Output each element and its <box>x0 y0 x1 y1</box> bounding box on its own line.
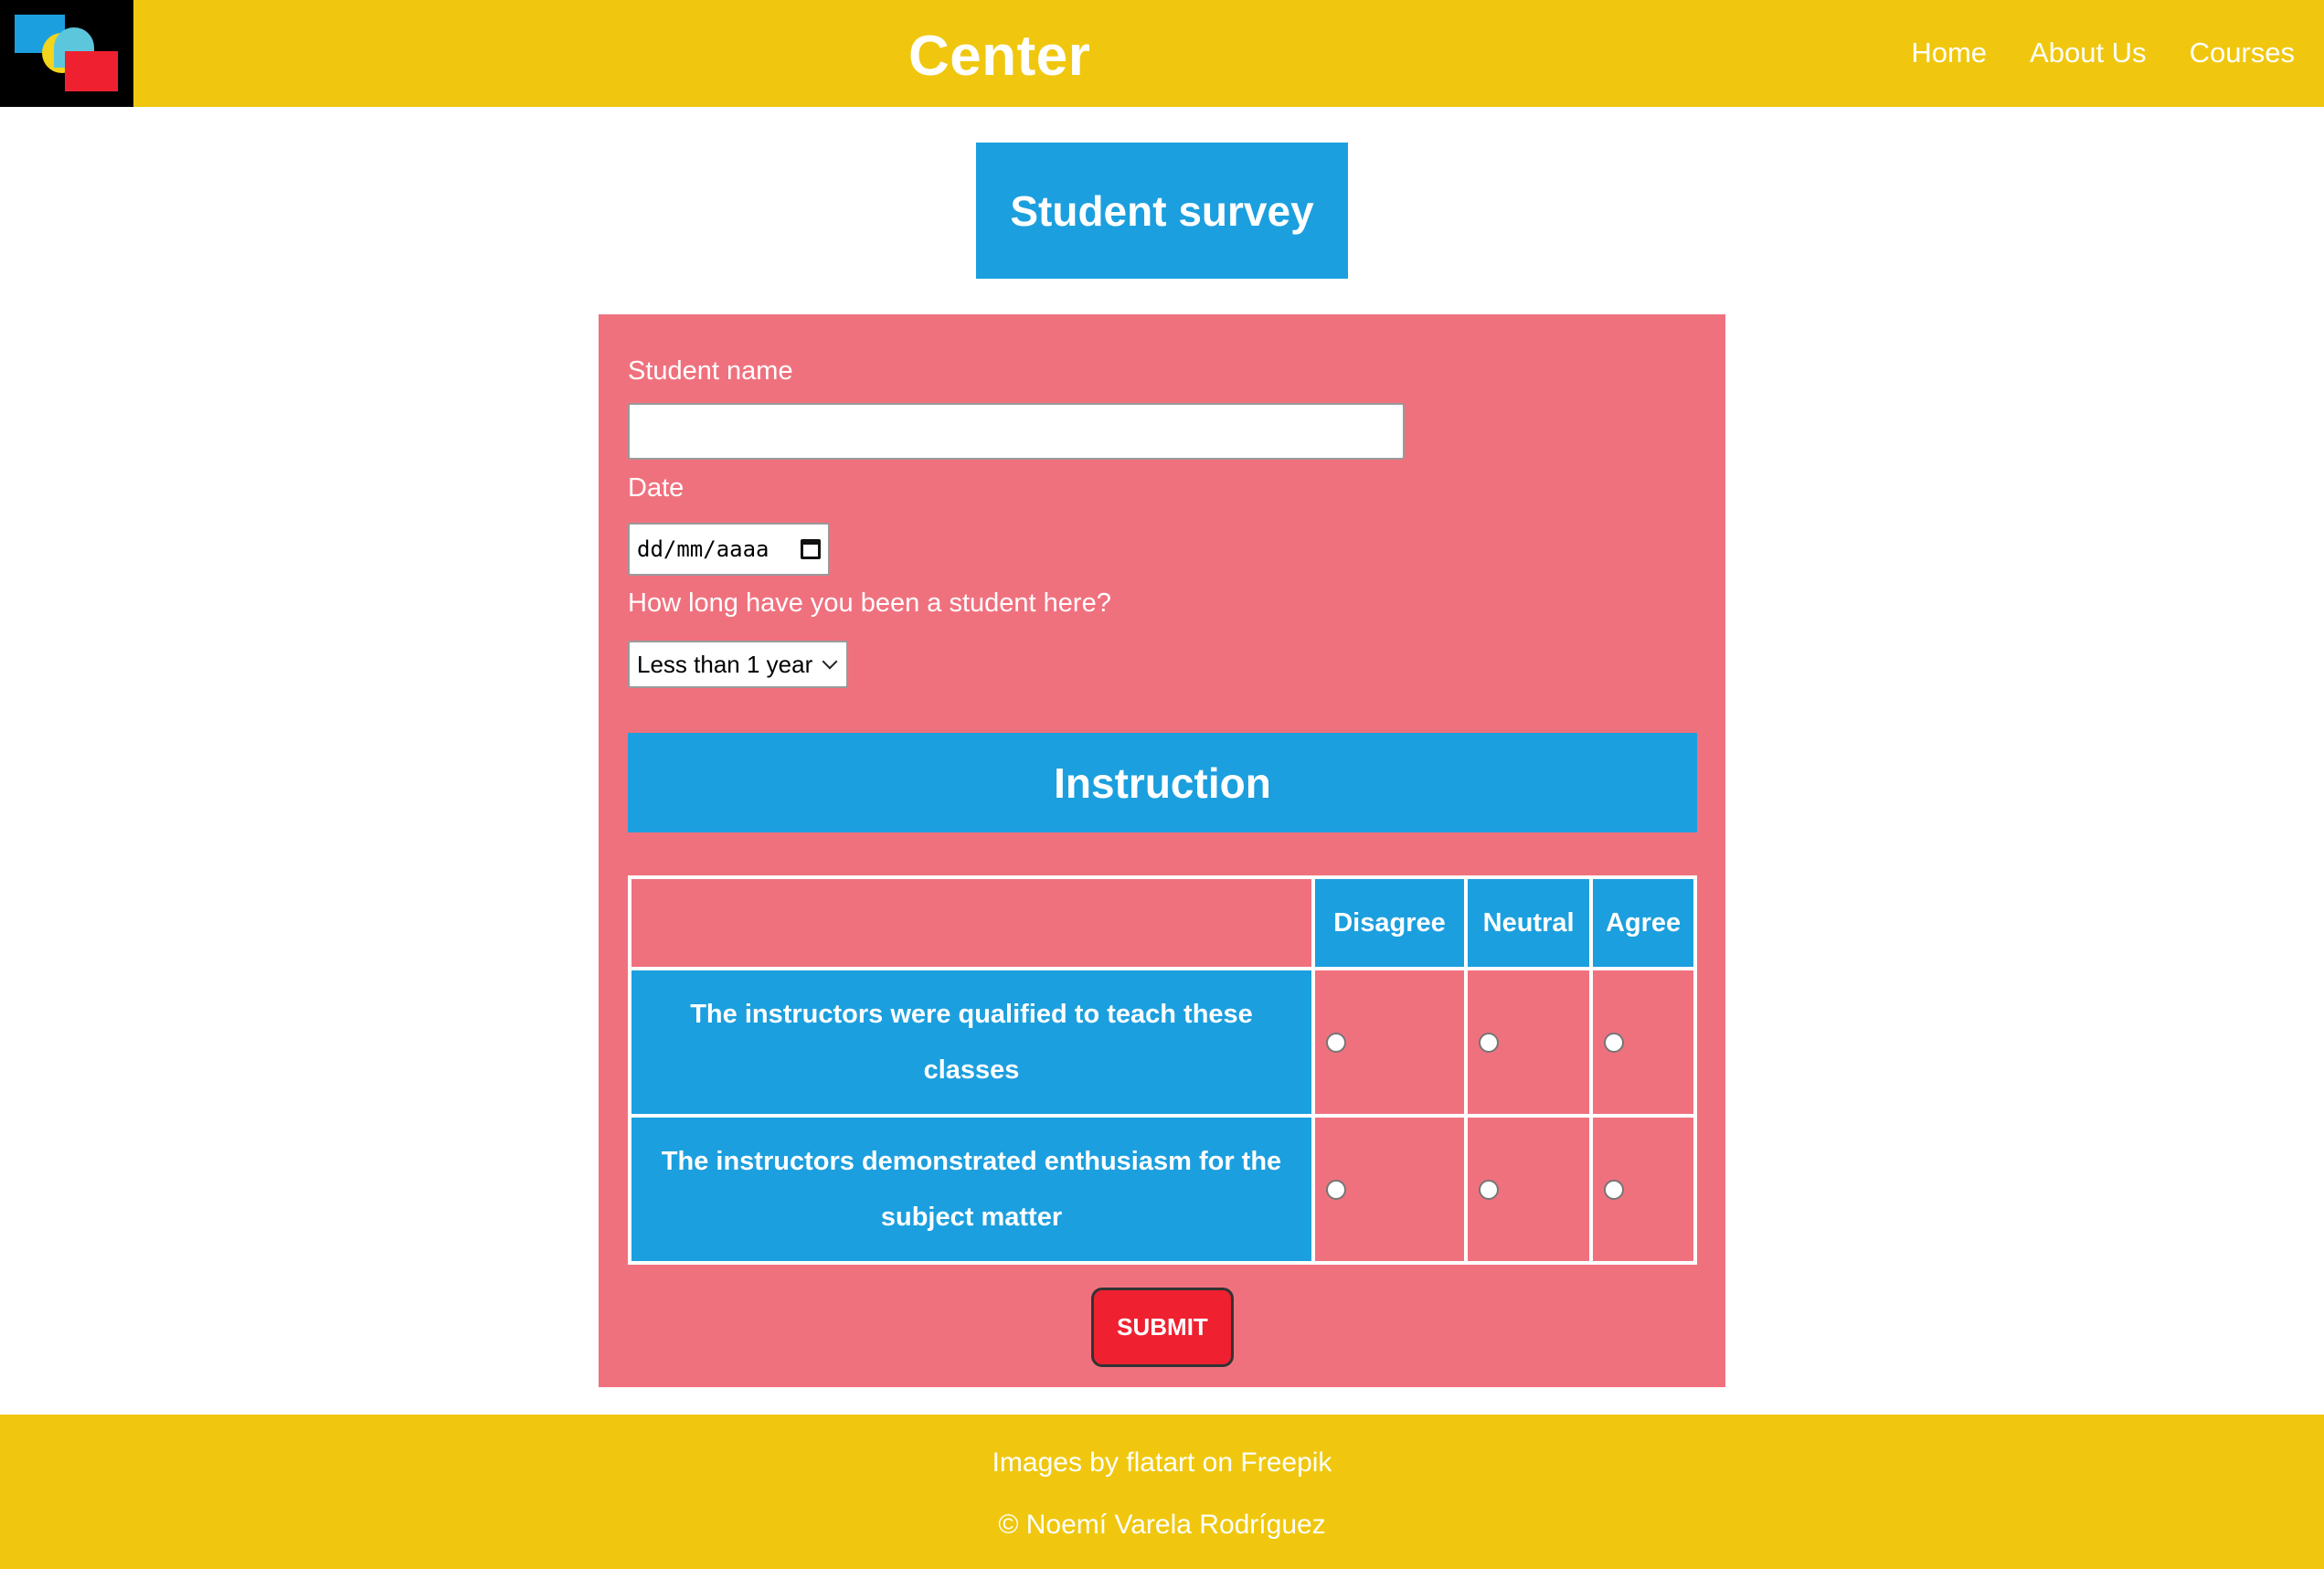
image-credit: Images by flatart on Freepik <box>992 1447 1332 1478</box>
radio-cell <box>1589 1114 1697 1265</box>
student-name-label: Student name <box>628 356 793 386</box>
radio-q1-disagree[interactable] <box>1326 1032 1346 1053</box>
survey-title: Student survey <box>976 143 1348 279</box>
column-header-neutral: Neutral <box>1463 875 1594 970</box>
table-header-row: Disagree Neutral Agree <box>628 875 1697 970</box>
copyright-text: © Noemí Varela Rodríguez <box>998 1510 1326 1540</box>
nav-about-us-link[interactable]: About Us <box>2030 37 2147 69</box>
question-cell: The instructors were qualified to teach … <box>628 967 1315 1118</box>
column-header-disagree: Disagree <box>1311 875 1468 970</box>
survey-form: Student name Date dd/mm/aaaa How long ha… <box>599 314 1725 1387</box>
date-placeholder: dd/mm/aaaa <box>637 536 769 562</box>
duration-label: How long have you been a student here? <box>628 588 1111 618</box>
date-input[interactable]: dd/mm/aaaa <box>628 523 830 576</box>
main-nav: Home About Us Courses <box>1911 37 2295 69</box>
radio-cell <box>1311 1114 1468 1265</box>
radio-cell <box>1463 967 1594 1118</box>
logo[interactable] <box>0 0 133 107</box>
duration-select[interactable]: Less than 1 year <box>628 641 848 688</box>
radio-q2-disagree[interactable] <box>1326 1179 1346 1200</box>
nav-courses-link[interactable]: Courses <box>2190 37 2295 69</box>
radio-q2-neutral[interactable] <box>1479 1179 1499 1200</box>
rating-table: Disagree Neutral Agree The instructors w… <box>628 875 1697 1265</box>
chevron-down-icon <box>822 653 838 670</box>
nav-home-link[interactable]: Home <box>1911 37 1987 69</box>
section-title-instruction: Instruction <box>628 733 1697 832</box>
radio-cell <box>1311 967 1468 1118</box>
table-header-empty <box>628 875 1315 970</box>
table-row: The instructors were qualified to teach … <box>628 967 1697 1118</box>
question-cell: The instructors demonstrated enthusiasm … <box>628 1114 1315 1265</box>
radio-q2-agree[interactable] <box>1604 1179 1625 1200</box>
table-row: The instructors demonstrated enthusiasm … <box>628 1114 1697 1265</box>
radio-cell <box>1463 1114 1594 1265</box>
student-name-input[interactable] <box>628 403 1405 460</box>
site-footer: Images by flatart on Freepik © Noemí Var… <box>0 1415 2324 1569</box>
site-title: Center <box>908 25 1091 88</box>
radio-cell <box>1589 967 1697 1118</box>
calendar-icon[interactable] <box>801 539 821 559</box>
site-header: Center Home About Us Courses <box>0 0 2324 107</box>
column-header-agree: Agree <box>1589 875 1697 970</box>
duration-selected-value: Less than 1 year <box>637 650 813 678</box>
submit-button[interactable]: SUBMIT <box>1091 1288 1234 1367</box>
radio-q1-neutral[interactable] <box>1479 1032 1499 1053</box>
date-label: Date <box>628 473 684 503</box>
logo-red-square <box>65 51 118 91</box>
radio-q1-agree[interactable] <box>1604 1032 1625 1053</box>
